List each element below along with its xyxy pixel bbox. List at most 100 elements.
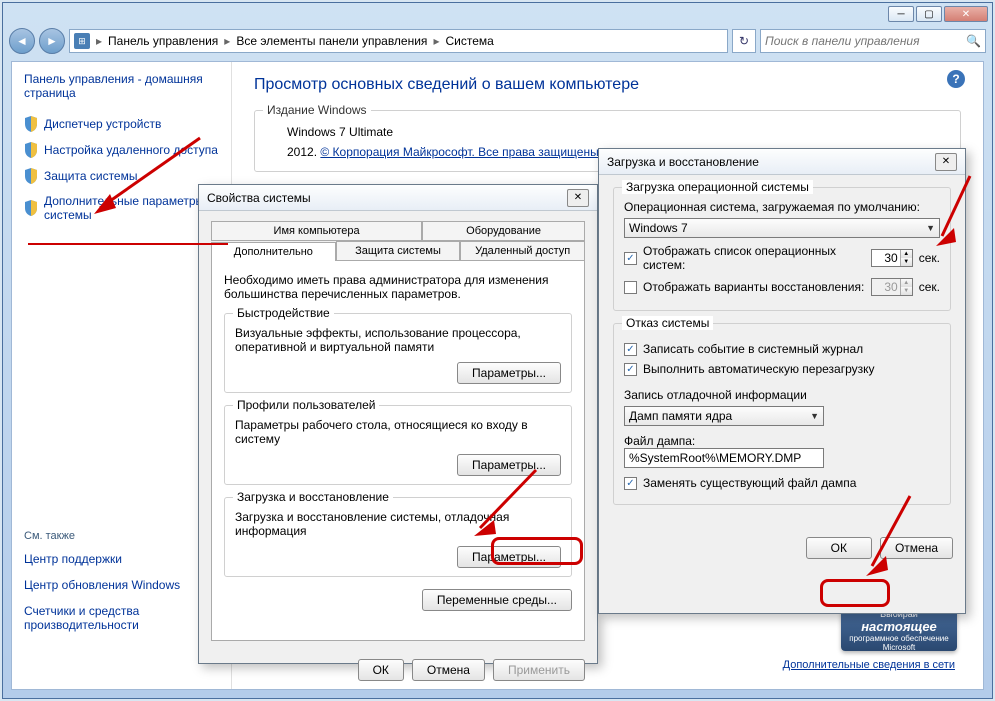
sidebar-link-label: Дополнительные параметры системы (44, 194, 219, 222)
admin-note: Необходимо иметь права администратора дл… (224, 273, 572, 301)
sidebar-link-label: Настройка удаленного доступа (44, 143, 218, 157)
group-legend: Быстродействие (233, 306, 334, 320)
user-profiles-group: Профили пользователей Параметры рабочего… (224, 405, 572, 485)
write-event-label: Записать событие в системный журнал (643, 342, 863, 356)
dialog-title: Загрузка и восстановление (607, 155, 759, 169)
group-legend: Издание Windows (263, 103, 371, 117)
see-also-label: См. также (24, 530, 219, 542)
breadcrumb-system[interactable]: Система (445, 34, 493, 48)
group-legend: Загрузка и восстановление (233, 490, 393, 504)
breadcrumb-control-panel[interactable]: Панель управления (108, 34, 218, 48)
apply-button[interactable]: Применить (493, 659, 585, 681)
close-button[interactable]: ✕ (944, 6, 988, 22)
shield-icon (24, 200, 38, 216)
dialog-titlebar: Загрузка и восстановление ✕ (599, 149, 965, 175)
write-event-checkbox[interactable]: ✓ (624, 343, 637, 356)
titlebar: ─ ▢ ✕ (3, 3, 992, 25)
nav-row: ◄ ► ⊞ ▸ Панель управления ▸ Все элементы… (3, 25, 992, 57)
tabs-bottom-row: Дополнительно Защита системы Удаленный д… (211, 241, 585, 261)
seconds-label: сек. (919, 251, 940, 265)
badge-line4: Microsoft (845, 643, 953, 652)
default-os-label: Операционная система, загружаемая по умо… (624, 200, 940, 214)
tab-computer-name[interactable]: Имя компьютера (211, 221, 422, 240)
dialog-footer: ОК Отмена (599, 529, 965, 567)
tab-panel-advanced: Необходимо иметь права администратора дл… (211, 261, 585, 641)
cancel-button[interactable]: Отмена (412, 659, 485, 681)
group-text: Параметры рабочего стола, относящиеся ко… (235, 418, 561, 446)
badge-line2: настоящее (845, 619, 953, 634)
chevron-down-icon: ▼ (810, 411, 819, 421)
dump-file-input[interactable] (624, 448, 824, 468)
sidebar-link-action-center[interactable]: Центр поддержки (24, 552, 219, 566)
dump-file-label: Файл дампа: (624, 434, 940, 448)
maximize-button[interactable]: ▢ (916, 6, 942, 22)
default-os-select[interactable]: Windows 7 ▼ (624, 218, 940, 238)
shield-icon (24, 116, 38, 132)
minimize-button[interactable]: ─ (888, 6, 914, 22)
shield-icon (24, 168, 38, 184)
show-os-list-checkbox[interactable]: ✓ (624, 252, 637, 265)
startup-recovery-dialog: Загрузка и восстановление ✕ Загрузка опе… (598, 148, 966, 614)
show-os-list-label: Отображать список операционных систем: (643, 244, 865, 272)
tab-protection[interactable]: Защита системы (336, 241, 461, 260)
breadcrumb-all-items[interactable]: Все элементы панели управления (236, 34, 427, 48)
startup-recovery-settings-button[interactable]: Параметры... (457, 546, 561, 568)
forward-button[interactable]: ► (39, 28, 65, 54)
more-info-link[interactable]: Дополнительные сведения в сети (783, 659, 955, 671)
chevron-right-icon: ▸ (433, 34, 439, 48)
system-startup-group: Загрузка операционной системы Операционн… (613, 187, 951, 311)
control-panel-icon: ⊞ (74, 33, 90, 49)
page-title: Просмотр основных сведений о вашем компь… (254, 76, 961, 94)
show-recovery-checkbox[interactable] (624, 281, 637, 294)
ok-button[interactable]: ОК (806, 537, 872, 559)
help-icon[interactable]: ? (947, 70, 965, 88)
sidebar-home-link[interactable]: Панель управления - домашняя страница (24, 72, 219, 100)
seconds-label: сек. (919, 280, 940, 294)
sidebar-link-device-manager[interactable]: Диспетчер устройств (24, 116, 219, 132)
search-box[interactable]: 🔍 (760, 29, 986, 53)
dialog-titlebar: Свойства системы ✕ (199, 185, 597, 211)
os-list-seconds-input[interactable]: 30 ▲▼ (871, 249, 913, 267)
tab-hardware[interactable]: Оборудование (422, 221, 585, 240)
refresh-button[interactable]: ↻ (732, 29, 756, 53)
copyright-link[interactable]: © Корпорация Майкрософт. Все права защищ… (320, 145, 602, 159)
sidebar-link-label: Диспетчер устройств (44, 117, 161, 131)
dialog-footer: ОК Отмена Применить (199, 651, 597, 689)
dialog-close-button[interactable]: ✕ (567, 189, 589, 207)
startup-recovery-group: Загрузка и восстановление Загрузка и вос… (224, 497, 572, 577)
group-legend: Загрузка операционной системы (622, 180, 813, 194)
default-os-value: Windows 7 (629, 221, 688, 235)
auto-restart-checkbox[interactable]: ✓ (624, 363, 637, 376)
shield-icon (24, 142, 38, 158)
user-profiles-settings-button[interactable]: Параметры... (457, 454, 561, 476)
search-input[interactable] (765, 34, 966, 48)
address-bar[interactable]: ⊞ ▸ Панель управления ▸ Все элементы пан… (69, 29, 728, 53)
sidebar-link-remote[interactable]: Настройка удаленного доступа (24, 142, 219, 158)
sidebar-link-advanced[interactable]: Дополнительные параметры системы (24, 194, 219, 222)
badge-line3: программное обеспечение (845, 634, 953, 643)
ok-button[interactable]: ОК (358, 659, 404, 681)
group-legend: Профили пользователей (233, 398, 379, 412)
overwrite-label: Заменять существующий файл дампа (643, 476, 856, 490)
environment-variables-button[interactable]: Переменные среды... (422, 589, 572, 611)
dialog-close-button[interactable]: ✕ (935, 153, 957, 171)
tab-advanced[interactable]: Дополнительно (211, 242, 336, 261)
dump-type-value: Дамп памяти ядра (629, 409, 732, 423)
dump-info-label: Запись отладочной информации (624, 388, 940, 402)
overwrite-checkbox[interactable]: ✓ (624, 477, 637, 490)
dump-type-select[interactable]: Дамп памяти ядра ▼ (624, 406, 824, 426)
sidebar-link-windows-update[interactable]: Центр обновления Windows (24, 578, 219, 592)
back-button[interactable]: ◄ (9, 28, 35, 54)
spinner-down-icon[interactable]: ▼ (900, 258, 912, 266)
sidebar-link-protection[interactable]: Защита системы (24, 168, 219, 184)
tab-remote[interactable]: Удаленный доступ (460, 241, 585, 260)
search-icon[interactable]: 🔍 (966, 34, 981, 48)
group-text: Визуальные эффекты, использование процес… (235, 326, 561, 354)
chevron-down-icon: ▼ (926, 223, 935, 233)
performance-settings-button[interactable]: Параметры... (457, 362, 561, 384)
sidebar-link-perf-tools[interactable]: Счетчики и средства производительности (24, 604, 219, 632)
recovery-seconds-input: 30 ▲▼ (871, 278, 913, 296)
system-failure-group: Отказ системы ✓ Записать событие в систе… (613, 323, 951, 505)
spinner-up-icon[interactable]: ▲ (900, 250, 912, 258)
cancel-button[interactable]: Отмена (880, 537, 953, 559)
